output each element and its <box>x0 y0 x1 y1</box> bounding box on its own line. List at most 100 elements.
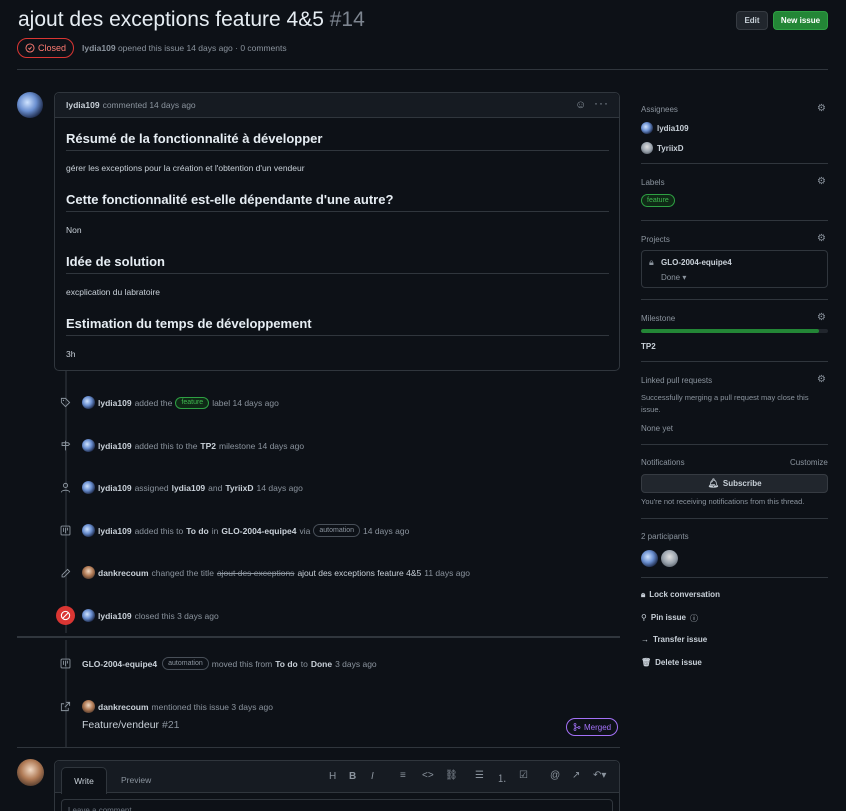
header-divider <box>17 69 828 70</box>
pin-issue-link[interactable]: ⚲ Pin issue ⓘ <box>641 613 698 624</box>
reply-icon[interactable]: ↶▾ <box>593 770 606 781</box>
event-text: 3 days ago <box>335 658 377 669</box>
event-user[interactable]: lydia109 <box>98 398 132 408</box>
project-name[interactable]: GLO-2004-equipe4 <box>661 258 732 267</box>
project-status[interactable]: Done ▾ <box>661 273 686 282</box>
gear-icon[interactable]: ⚙ <box>816 312 827 323</box>
assignee-name[interactable]: lydia109 <box>657 124 689 133</box>
automation-badge: automation <box>313 524 360 537</box>
subscribe-button[interactable]: 🔔︎ Subscribe <box>641 474 828 493</box>
section-body: gérer les exceptions pour la création et… <box>66 163 305 173</box>
heading-icon[interactable]: H <box>329 771 336 782</box>
participants-heading: 2 participants <box>641 532 689 541</box>
avatar[interactable] <box>82 439 95 452</box>
quote-icon[interactable]: ≡ <box>400 770 406 781</box>
tab-write[interactable]: Write <box>61 767 107 794</box>
comment-input[interactable]: Leave a comment <box>61 799 613 811</box>
gear-icon[interactable]: ⚙ <box>816 374 827 385</box>
comment-author[interactable]: lydia109 <box>66 100 100 110</box>
assignee-item[interactable]: lydia109 <box>641 122 689 134</box>
feature-label[interactable]: feature <box>175 396 210 409</box>
link-icon[interactable]: ⛓ <box>445 770 458 781</box>
avatar[interactable] <box>82 609 95 622</box>
trash-icon: 🗑︎ <box>641 658 652 667</box>
linked-prs-none: None yet <box>641 424 674 433</box>
avatar[interactable] <box>82 566 95 579</box>
comment-timestamp[interactable]: commented 14 days ago <box>103 100 196 110</box>
issue-title: ajout des exceptions feature 4&5 #14 <box>18 8 365 32</box>
issue-author-link[interactable]: lydia109 <box>82 43 116 53</box>
avatar[interactable] <box>82 396 95 409</box>
customize-link[interactable]: Customize <box>790 458 828 467</box>
avatar <box>641 122 653 134</box>
merge-icon <box>573 723 581 731</box>
pr-reference[interactable]: Feature/vendeur #21 <box>82 719 180 731</box>
avatar[interactable] <box>661 550 678 567</box>
code-icon[interactable]: <> <box>422 770 434 781</box>
avatar[interactable] <box>17 759 44 786</box>
milestone-link[interactable]: TP2 <box>200 441 216 451</box>
gear-icon[interactable]: ⚙ <box>816 103 827 114</box>
event-user[interactable]: lydia109 <box>98 611 132 621</box>
assignee-link[interactable]: TyriixD <box>225 483 253 493</box>
lock-conversation-link[interactable]: 🔒︎ Lock conversation <box>641 590 720 600</box>
event-text: in <box>211 525 219 536</box>
event-user[interactable]: lydia109 <box>98 526 132 536</box>
milestone-name[interactable]: TP2 <box>641 342 656 351</box>
pr-number[interactable]: #21 <box>162 719 180 731</box>
editor-toolbar: Write Preview H B I ≡ <> ⛓ ☰ ⒈ ☑ @ ↗ ↶▾ <box>55 761 619 794</box>
column-name: To do <box>186 525 209 536</box>
gear-icon[interactable]: ⚙ <box>816 233 827 244</box>
event-user[interactable]: lydia109 <box>98 441 132 451</box>
avatar[interactable] <box>641 550 658 567</box>
column-name: To do <box>275 658 298 669</box>
event-user[interactable]: lydia109 <box>98 483 132 493</box>
issue-meta: lydia109 opened this issue 14 days ago ·… <box>82 43 287 53</box>
new-title: ajout des exceptions feature 4&5 <box>297 567 422 578</box>
feature-label[interactable]: feature <box>641 194 675 207</box>
project-icon <box>58 656 72 670</box>
project-card[interactable]: 🔒︎ GLO-2004-equipe4 Done ▾ <box>641 250 828 288</box>
event-text: assigned <box>134 482 169 493</box>
section-heading: Résumé de la fonctionnalité à développer <box>66 131 609 151</box>
event-user[interactable]: dankrecoum <box>98 568 149 578</box>
tag-icon <box>58 395 72 409</box>
task-list-icon[interactable]: ☑ <box>519 770 528 781</box>
gear-icon[interactable]: ⚙ <box>816 176 827 187</box>
edit-button[interactable]: Edit <box>736 11 768 30</box>
closed-circle-icon <box>56 606 75 625</box>
transfer-issue-link[interactable]: → Transfer issue <box>641 635 707 644</box>
delete-label: Delete issue <box>655 658 702 667</box>
project-link[interactable]: GLO-2004-equipe4 <box>221 526 296 536</box>
avatar[interactable] <box>17 92 43 118</box>
avatar[interactable] <box>82 700 95 713</box>
timeline-event-assign: lydia109 assigned lydia109 and TyriixD 1… <box>82 481 303 494</box>
comment-header: lydia109 commented 14 days ago ☺ ··· <box>55 93 619 118</box>
project-link[interactable]: GLO-2004-equipe4 <box>82 659 157 669</box>
comment-editor: Write Preview H B I ≡ <> ⛓ ☰ ⒈ ☑ @ ↗ ↶▾ … <box>54 760 620 811</box>
reference-icon[interactable]: ↗ <box>572 770 580 781</box>
pr-title[interactable]: Feature/vendeur <box>82 719 159 731</box>
mention-icon[interactable]: @ <box>550 770 560 781</box>
event-text: to <box>300 658 308 669</box>
avatar[interactable] <box>82 524 95 537</box>
timeline-event-label: lydia109 added the feature label 14 days… <box>82 396 279 409</box>
tab-preview[interactable]: Preview <box>121 775 151 785</box>
smiley-icon[interactable]: ☺ <box>575 99 586 111</box>
italic-icon[interactable]: I <box>371 771 374 782</box>
delete-issue-link[interactable]: 🗑︎ Delete issue <box>641 658 702 667</box>
sidebar-divider <box>641 518 828 519</box>
bold-icon[interactable]: B <box>349 771 356 782</box>
bullet-list-icon[interactable]: ☰ <box>475 770 484 781</box>
event-user[interactable]: dankrecoum <box>98 702 149 712</box>
section-heading: Estimation du temps de développement <box>66 316 609 336</box>
assignee-item[interactable]: TyriixD <box>641 142 684 154</box>
new-issue-button[interactable]: New issue <box>773 11 828 30</box>
kebab-menu-icon[interactable]: ··· <box>594 96 609 110</box>
assignee-link[interactable]: lydia109 <box>172 483 206 493</box>
timeline-break <box>17 636 620 638</box>
avatar[interactable] <box>82 481 95 494</box>
assignee-name[interactable]: TyriixD <box>657 144 684 153</box>
avatar <box>641 142 653 154</box>
numbered-list-icon[interactable]: ⒈ <box>497 770 507 785</box>
